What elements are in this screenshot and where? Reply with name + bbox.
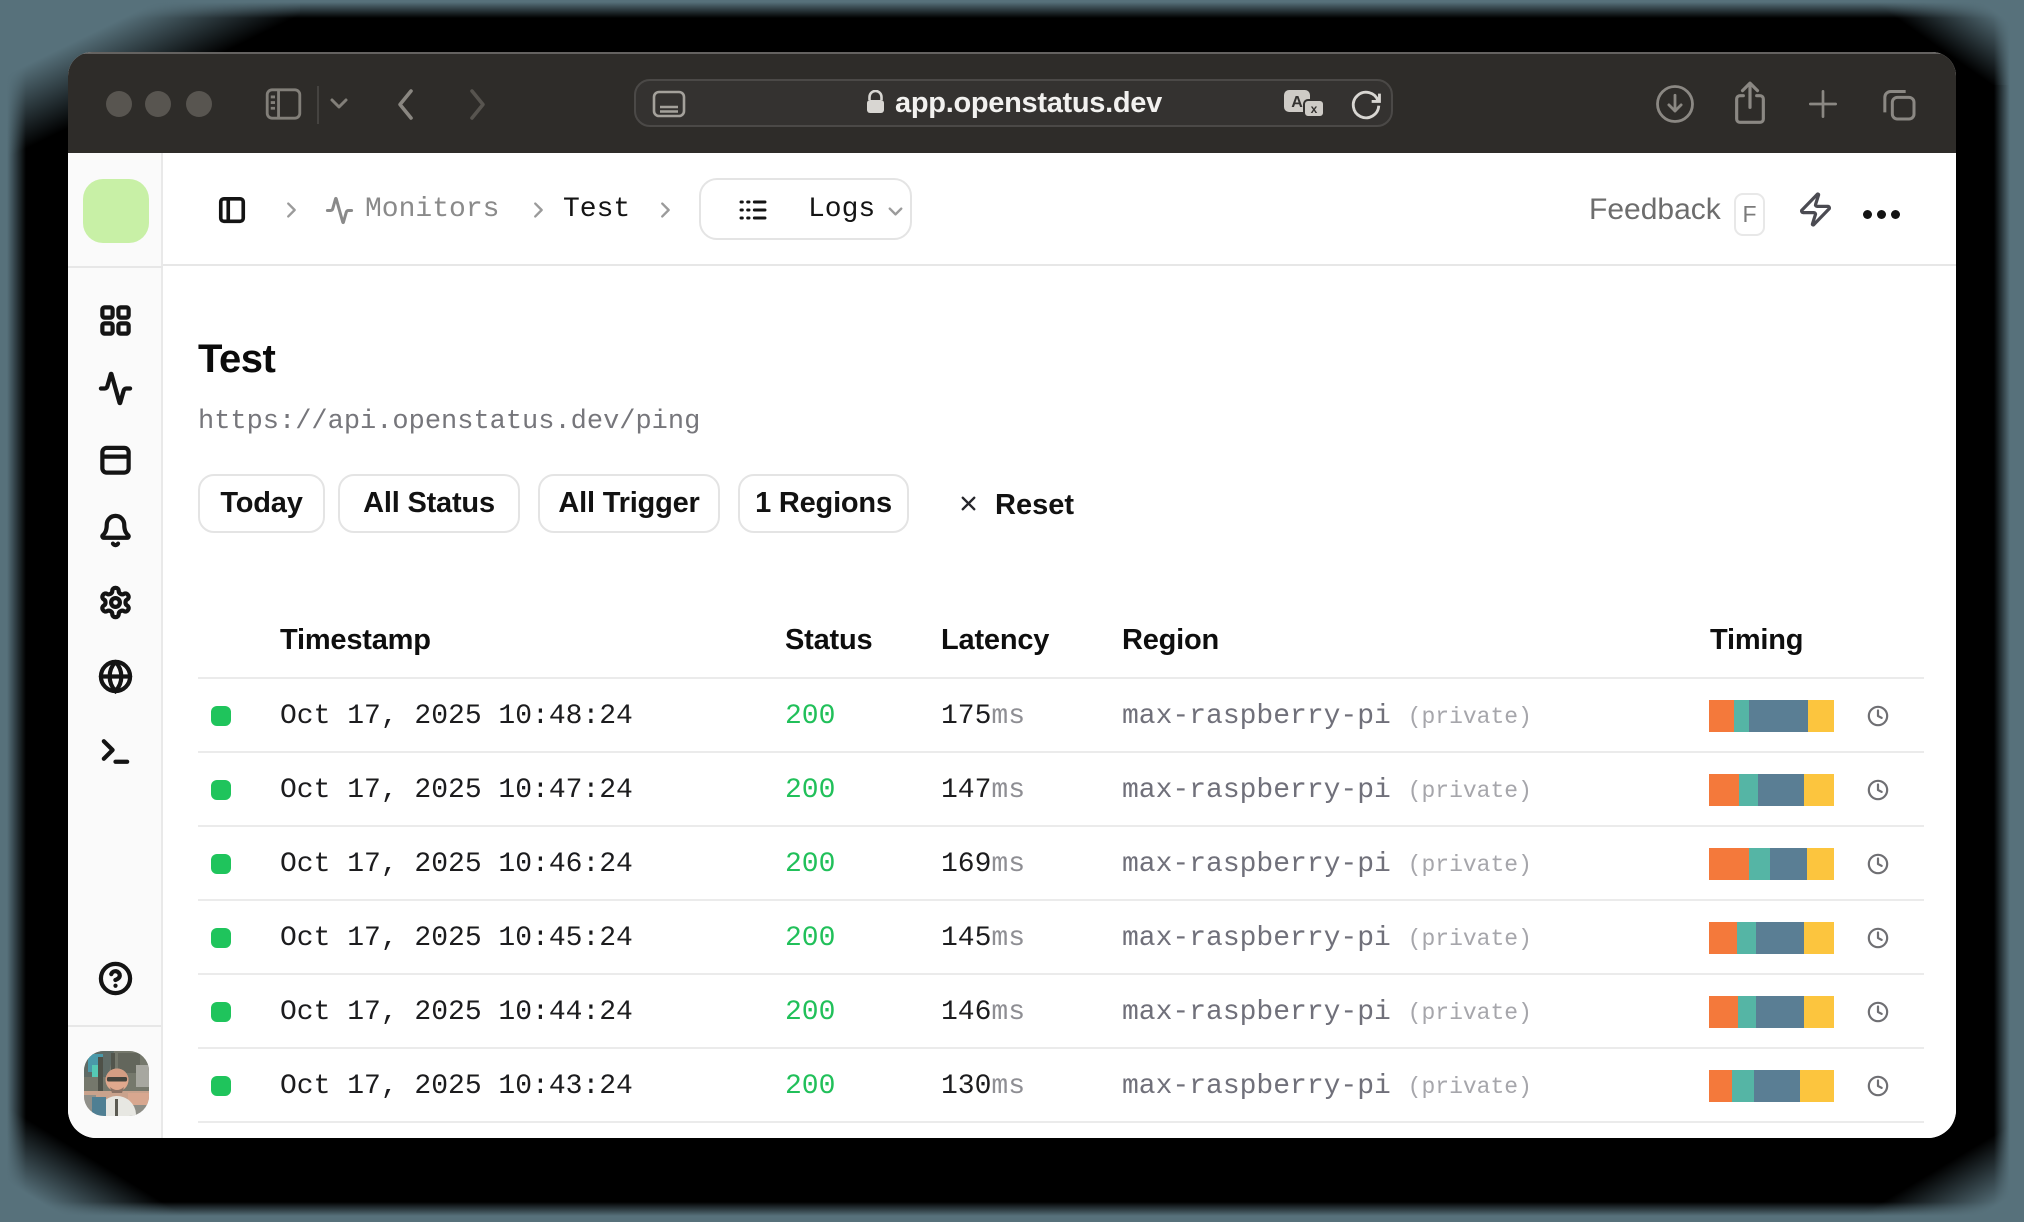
svg-text:x: x [1311,102,1318,116]
svg-text:A: A [1291,94,1303,111]
